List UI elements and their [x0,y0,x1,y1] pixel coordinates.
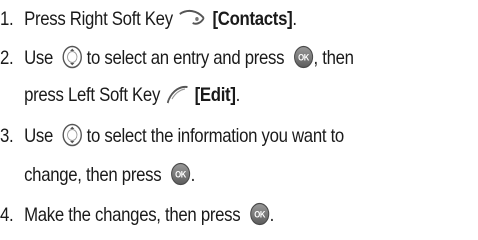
ok-key-icon: OK [293,45,313,68]
ok-key-icon: OK [170,162,190,185]
svg-text:OK: OK [175,169,186,180]
step-3: 3. Use to select the information you want… [0,121,344,151]
step-2: 2. Use to select an entry and press OK , … [0,43,354,73]
step-number: 1. [0,8,14,30]
navigation-key-icon [62,45,82,69]
step-4: 4. Make the changes, then press OK . [0,200,274,230]
right-soft-key-icon [179,9,205,25]
step-number: 2. [0,47,14,69]
svg-text:OK: OK [254,209,265,220]
svg-text:OK: OK [298,52,309,63]
step-number: 3. [0,125,14,147]
ok-key-icon: OK [249,202,269,225]
navigation-key-icon [62,123,82,147]
step-2-continued: press Left Soft Key [Edit]. [0,80,240,110]
contacts-key-label: [Contacts] [212,8,293,30]
step-1: 1. Press Right Soft Key [Contacts]. [0,4,297,34]
step-number: 4. [0,204,14,226]
step-3-continued: change, then press OK . [0,160,195,190]
left-soft-key-icon [167,85,188,104]
step-text: Press Right Soft Key [24,8,173,30]
edit-key-label: [Edit] [194,84,236,106]
